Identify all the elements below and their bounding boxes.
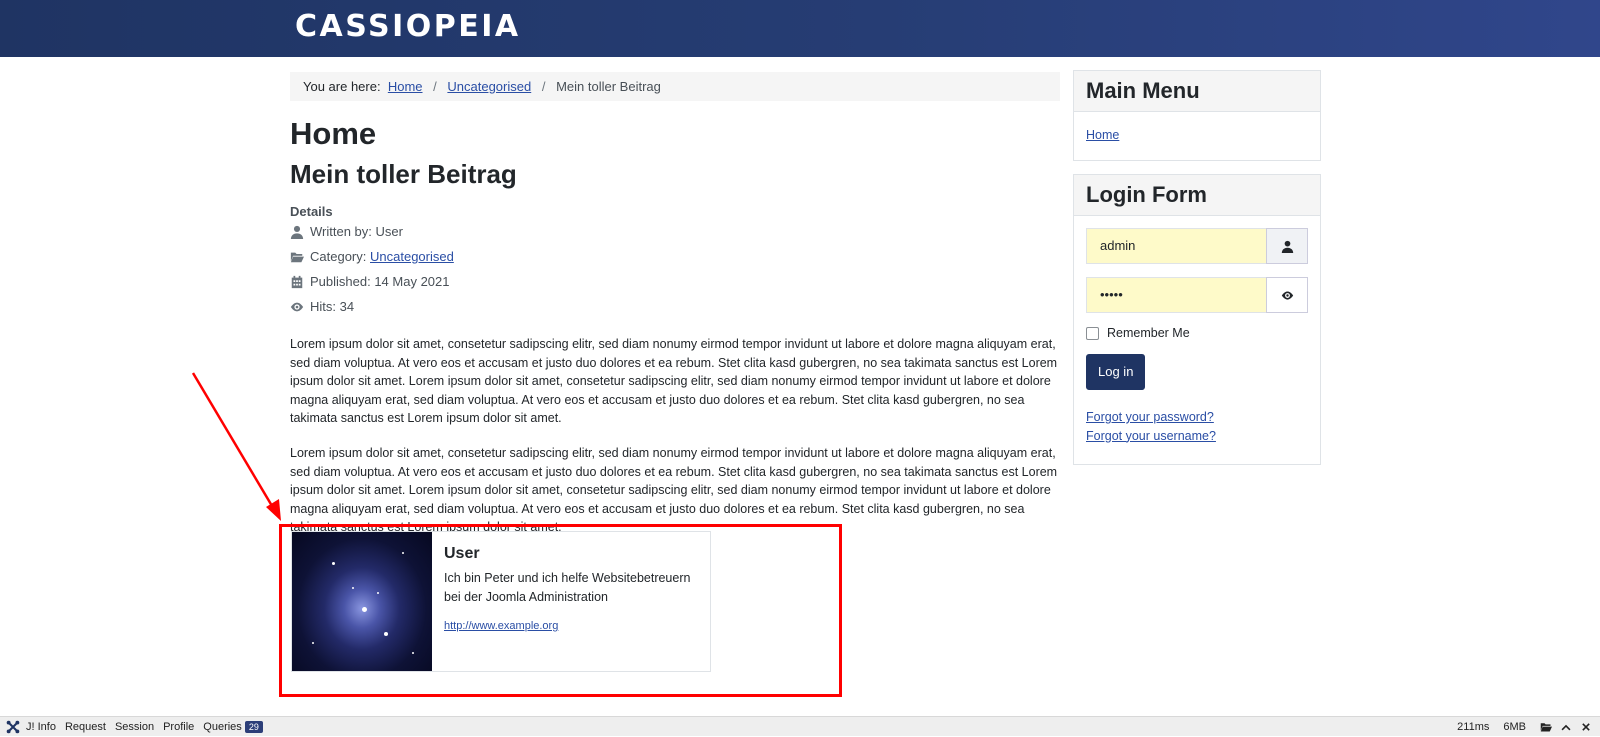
breadcrumb-category-link[interactable]: Uncategorised [447, 79, 531, 94]
site-brand-logo[interactable]: CASSIOPEIA [295, 9, 521, 44]
main-content: Home Mein toller Beitrag Details Written… [290, 110, 1060, 537]
breadcrumb-prefix: You are here: [303, 79, 381, 94]
meta-published-text: Published: 14 May 2021 [310, 274, 450, 289]
article-title: Mein toller Beitrag [290, 159, 517, 189]
user-icon [1281, 240, 1294, 253]
show-password-button[interactable] [1266, 277, 1308, 313]
meta-category: Category: Uncategorised [290, 244, 1060, 269]
page-title: Home [290, 116, 377, 151]
meta-category-prefix: Category: [310, 249, 367, 264]
breadcrumb-separator: / [433, 79, 437, 94]
debug-tab-info[interactable]: J! Info [26, 721, 56, 733]
joomla-logo-icon[interactable] [6, 720, 20, 734]
folder-open-icon [290, 250, 304, 264]
meta-category-link[interactable]: Uncategorised [370, 249, 454, 264]
debug-tab-queries[interactable]: Queries 29 [203, 720, 263, 733]
breadcrumb: You are here: Home / Uncategorised / Mei… [290, 72, 1060, 101]
password-field[interactable]: ••••• [1086, 277, 1266, 313]
meta-hits: Hits: 34 [290, 294, 1060, 319]
queries-count-badge: 29 [244, 720, 263, 733]
debug-tab-request[interactable]: Request [65, 721, 106, 733]
username-addon [1266, 228, 1308, 264]
debug-time: 211ms [1457, 720, 1490, 733]
login-form-module: Login Form admin ••••• Remember Me Log i… [1073, 174, 1321, 465]
meta-author: Written by: User [290, 219, 1060, 244]
debug-tab-profile[interactable]: Profile [163, 721, 194, 733]
remember-me-label[interactable]: Remember Me [1107, 326, 1190, 340]
forgot-password-link[interactable]: Forgot your password? [1086, 410, 1214, 424]
meta-hits-text: Hits: 34 [310, 299, 355, 314]
main-menu-module: Main Menu Home [1073, 70, 1321, 161]
password-group: ••••• [1086, 277, 1308, 313]
username-group: admin [1086, 228, 1308, 264]
meta-author-text: Written by: User [310, 224, 403, 239]
login-button[interactable]: Log in [1086, 354, 1146, 390]
debug-bar: J! Info Request Session Profile Queries … [0, 716, 1600, 736]
meta-published: Published: 14 May 2021 [290, 269, 1060, 294]
breadcrumb-separator: / [541, 79, 546, 94]
debug-tab-session[interactable]: Session [115, 721, 154, 733]
login-form-title: Login Form [1074, 175, 1320, 216]
folder-open-icon[interactable] [1540, 721, 1552, 733]
details-label: Details [290, 204, 333, 219]
main-menu-title: Main Menu [1074, 71, 1320, 112]
user-icon [290, 225, 304, 239]
remember-me-row: Remember Me [1086, 326, 1308, 340]
remember-me-checkbox[interactable] [1086, 326, 1099, 340]
breadcrumb-current: Mein toller Beitrag [556, 79, 661, 94]
annotation-highlight-box [279, 524, 842, 697]
close-icon[interactable] [1580, 721, 1592, 733]
main-menu-item-home[interactable]: Home [1086, 128, 1119, 142]
article-paragraph: Lorem ipsum dolor sit amet, consetetur s… [290, 337, 1058, 426]
breadcrumb-home-link[interactable]: Home [388, 79, 423, 94]
site-header: CASSIOPEIA [0, 0, 1600, 57]
chevron-up-icon[interactable] [1560, 721, 1572, 733]
debug-memory: 6MB [1503, 720, 1526, 733]
article-paragraph: Lorem ipsum dolor sit amet, consetetur s… [290, 445, 1058, 535]
eye-icon [290, 300, 304, 314]
forgot-username-link[interactable]: Forgot your username? [1086, 429, 1216, 443]
eye-icon [1281, 289, 1294, 302]
calendar-icon [290, 275, 304, 289]
debug-tab-queries-label: Queries [203, 720, 242, 733]
username-field[interactable]: admin [1086, 228, 1266, 264]
